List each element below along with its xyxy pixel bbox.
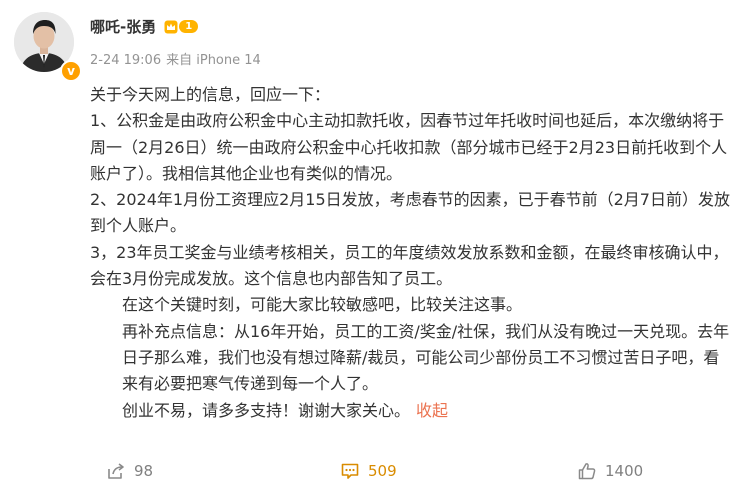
like-count: 1400 [605, 462, 644, 480]
post-paragraph: 关于今天网上的信息，回应一下： [90, 85, 331, 104]
post-time[interactable]: 2-24 19:06 [90, 53, 161, 68]
post-content: 关于今天网上的信息，回应一下： 1、公积金是由政府公积金中心主动扣款托收，因春节… [90, 82, 730, 424]
post-paragraph-last: 创业不易，请多多支持！谢谢大家关心。 收起 [90, 398, 730, 424]
username[interactable]: 哪吒-张勇 [90, 16, 156, 37]
comment-icon [341, 463, 359, 479]
post-meta: 2-24 19:06 来自 iPhone 14 [90, 49, 261, 68]
collapse-link[interactable]: 收起 [416, 401, 448, 420]
vip-level-badge[interactable]: 1 [164, 20, 199, 34]
weibo-post: v 哪吒-张勇 1 2-24 19:06 来自 iPhone 14 关于今天网上的… [0, 0, 750, 504]
post-paragraph: 1、公积金是由政府公积金中心主动扣款托收，因春节过年托收时间也延后，本次缴纳将于… [90, 111, 728, 183]
post-actions: 98 509 1400 [0, 455, 750, 487]
post-paragraph: 在这个关键时刻，可能大家比较敏感吧，比较关注这事。 [122, 295, 523, 315]
repost-button[interactable]: 98 [106, 455, 153, 487]
post-paragraph: 2、2024年1月份工资理应2月15日发放，考虑春节的因素，已于春节前（2月7日… [90, 190, 730, 236]
post-paragraph-text: 创业不易，请多多支持！谢谢大家关心。 [122, 400, 411, 420]
share-icon [108, 463, 124, 479]
like-button[interactable]: 1400 [577, 455, 643, 487]
verified-badge: v [60, 60, 82, 82]
post-paragraph: 再补充点信息：从16年开始，员工的工资/奖金/社保，我们从没有晚过一天兑现。去年… [122, 321, 730, 394]
repost-count: 98 [134, 462, 154, 480]
comment-button[interactable]: 509 [340, 455, 397, 487]
level-number: 1 [179, 20, 199, 33]
thumbs-up-icon [578, 463, 596, 480]
comment-count: 509 [368, 462, 397, 480]
post-source: 来自 iPhone 14 [166, 53, 261, 68]
post-header: 哪吒-张勇 1 [90, 16, 199, 37]
post-paragraph: 3，23年员工奖金与业绩考核相关，员工的年度绩效发放系数和金额，在最终审核确认中… [90, 242, 729, 289]
crown-icon [164, 20, 178, 33]
